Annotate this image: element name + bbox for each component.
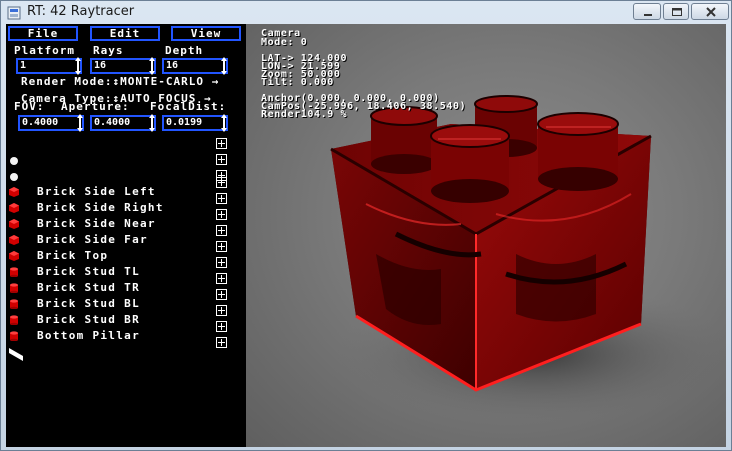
rays-field[interactable]: 16: [90, 57, 156, 75]
edit-menu-button[interactable]: Edit: [90, 26, 160, 41]
red-cube-icon: [9, 219, 19, 229]
add-icon[interactable]: [216, 257, 227, 268]
fov-stepper-icon[interactable]: [77, 114, 83, 132]
object-label: Brick Side Left: [37, 185, 156, 198]
white-sphere-icon: [9, 172, 19, 182]
maximize-icon: [672, 8, 682, 16]
object-label: Brick Side Right: [37, 201, 164, 214]
list-item[interactable]: Bottom Pillar: [6, 321, 236, 343]
platform-field[interactable]: 1: [16, 57, 82, 75]
red-cylinder-icon: [9, 283, 19, 294]
hud-tilt: Tilt: 0.000: [261, 77, 334, 88]
depth-field[interactable]: 16: [162, 57, 228, 75]
close-button[interactable]: [691, 3, 729, 20]
file-menu-button[interactable]: File: [8, 26, 78, 41]
add-icon[interactable]: [216, 321, 227, 332]
fov-field[interactable]: 0.4000: [18, 114, 84, 132]
settings-panel: File Edit View Platform Rays Depth 1 16 …: [6, 24, 246, 447]
add-icon[interactable]: [216, 289, 227, 300]
red-cube-icon: [9, 187, 19, 197]
close-icon: [706, 7, 716, 17]
title-bar[interactable]: RT: 42 Raytracer: [1, 1, 731, 23]
render-viewport[interactable]: Camera Mode: 0 LAT-> 124.000 LON-> 21.59…: [246, 24, 726, 447]
add-icon[interactable]: [216, 177, 227, 188]
list-item[interactable]: Brick Stud TL: [6, 257, 236, 279]
add-icon[interactable]: [216, 337, 227, 348]
focal-stepper-icon[interactable]: [221, 114, 227, 132]
list-item[interactable]: [6, 169, 236, 183]
red-cube-icon: [9, 235, 19, 245]
object-label: Bottom Pillar: [37, 329, 140, 342]
list-item[interactable]: [6, 337, 236, 361]
depth-label: Depth: [165, 44, 204, 57]
object-label: Brick Side Far: [37, 233, 148, 246]
list-item[interactable]: Brick Side Right: [6, 193, 236, 215]
window-title: RT: 42 Raytracer: [27, 4, 135, 19]
red-cube-icon: [9, 251, 19, 261]
minimize-button[interactable]: [633, 3, 661, 20]
list-item[interactable]: Brick Side Far: [6, 225, 236, 247]
platform-label: Platform: [14, 44, 75, 57]
add-icon[interactable]: [216, 273, 227, 284]
view-menu-button[interactable]: View: [171, 26, 241, 41]
aperture-stepper-icon[interactable]: [149, 114, 155, 132]
depth-value: 16: [166, 60, 179, 71]
list-item[interactable]: [6, 137, 236, 151]
focal-distance-field[interactable]: 0.0199: [162, 114, 228, 132]
add-icon[interactable]: [216, 138, 227, 149]
list-item[interactable]: [6, 153, 236, 167]
fov-value: 0.4000: [22, 117, 59, 128]
add-icon[interactable]: [216, 305, 227, 316]
object-label: Brick Stud TR: [37, 281, 140, 294]
platform-stepper-icon[interactable]: [75, 57, 81, 75]
rays-label: Rays: [93, 44, 124, 57]
white-sphere-icon: [9, 156, 19, 166]
object-label: Brick Side Near: [37, 217, 156, 230]
list-item[interactable]: Brick Stud TR: [6, 273, 236, 295]
render-mode-selector[interactable]: Render Mode:↕MONTE-CARLO →: [21, 75, 219, 88]
add-icon[interactable]: [216, 193, 227, 204]
depth-stepper-icon[interactable]: [221, 57, 227, 75]
list-item[interactable]: Brick Top: [6, 241, 236, 263]
red-cylinder-icon: [9, 267, 19, 278]
app-icon: [7, 5, 21, 20]
minimize-icon: [644, 14, 652, 16]
client-area: File Edit View Platform Rays Depth 1 16 …: [6, 24, 726, 447]
focal-distance-label: FocalDist:: [150, 100, 227, 113]
platform-value: 1: [20, 60, 27, 71]
rays-stepper-icon[interactable]: [149, 57, 155, 75]
aperture-field[interactable]: 0.4000: [90, 114, 156, 132]
object-label: Brick Stud TL: [37, 265, 140, 278]
white-plane-icon: [9, 345, 25, 361]
object-label: Brick Stud BR: [37, 313, 140, 326]
focal-distance-value: 0.0199: [166, 117, 203, 128]
aperture-value: 0.4000: [94, 117, 131, 128]
app-window: RT: 42 Raytracer File Edit View Platform…: [0, 0, 732, 451]
add-icon[interactable]: [216, 225, 227, 236]
list-item[interactable]: Brick Stud BL: [6, 289, 236, 311]
add-icon[interactable]: [216, 241, 227, 252]
object-label: Brick Top: [37, 249, 109, 262]
hud-render-progress: Render104.9 %: [261, 109, 348, 120]
red-cylinder-icon: [9, 315, 19, 326]
list-item[interactable]: Brick Side Near: [6, 209, 236, 231]
aperture-label: Aperture:: [61, 100, 130, 113]
maximize-button[interactable]: [663, 3, 689, 20]
hud-mode: Mode: 0: [261, 37, 308, 48]
object-label: Brick Stud BL: [37, 297, 140, 310]
add-icon[interactable]: [216, 154, 227, 165]
list-item[interactable]: Brick Side Left: [6, 177, 236, 199]
rays-value: 16: [94, 60, 107, 71]
red-cylinder-icon: [9, 331, 19, 342]
red-cylinder-icon: [9, 299, 19, 310]
red-cube-icon: [9, 203, 19, 213]
add-icon[interactable]: [216, 209, 227, 220]
list-item[interactable]: Brick Stud BR: [6, 305, 236, 327]
fov-label: FOV:: [14, 100, 45, 113]
